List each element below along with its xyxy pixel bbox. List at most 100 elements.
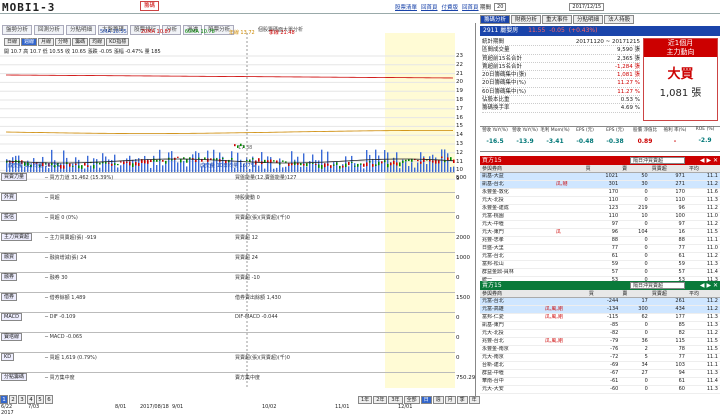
candle (69, 163, 71, 167)
table-row[interactable]: 永豐金-建成 123 219 96 11.2 (480, 204, 720, 213)
candle (318, 164, 320, 168)
page-tab-5[interactable]: 5 (36, 395, 44, 404)
candle (138, 162, 140, 166)
link-stock-list[interactable]: 股票清單 (395, 3, 417, 11)
table-row[interactable]: 元大-北投 110 0 110 11.3 (480, 196, 720, 205)
metric-label: 殖利 率(%) (663, 128, 687, 133)
table-row[interactable]: 永豐金-南京 -76 2 78 11.5 (480, 345, 720, 354)
table-row[interactable]: 元大-南京 -72 5 77 11.1 (480, 353, 720, 362)
right-tab-1[interactable]: 財務分析 (511, 15, 542, 24)
table-row[interactable]: 凱基-東門 -85 0 85 11.3 (480, 321, 720, 330)
table-row[interactable]: 元大-大安 -60 0 60 11.3 (480, 385, 720, 394)
panel-label[interactable]: 投信 (1, 213, 18, 221)
table-row[interactable]: 群益金鼎-員林 57 0 57 11.4 (480, 268, 720, 277)
right-tab-4[interactable]: 法人持股 (604, 15, 635, 24)
sell-controls[interactable]: ◀ ▶ ✕ (700, 281, 718, 290)
page-tab-6[interactable]: 6 (45, 395, 53, 404)
candle (378, 161, 380, 166)
column-header[interactable]: 平均 (686, 165, 720, 173)
column-header[interactable]: 參與券商 (480, 290, 543, 298)
table-row[interactable]: 元富-桃園 110 10 100 11.0 (480, 212, 720, 221)
volume-bar (189, 158, 191, 173)
column-header[interactable]: 買 (586, 290, 621, 298)
table-row[interactable]: 富邦-仁愛 瓜,風,剛 -115 62 177 11.3 (480, 313, 720, 322)
candle (273, 160, 275, 162)
candle (369, 161, 371, 163)
candle (252, 158, 254, 160)
table-row[interactable]: 群益-中壢 -67 27 94 11.3 (480, 369, 720, 378)
cell-tag (542, 329, 587, 338)
panel-label[interactable]: 主力買賣超 (1, 233, 33, 241)
table-row[interactable]: 台新-建北 -69 34 103 11.1 (480, 361, 720, 370)
table-row[interactable]: 元大-東門瓜 96 104 16 11.5 (480, 228, 720, 237)
panel-label[interactable]: 寶塔線 (1, 333, 23, 341)
sell-select[interactable]: 隔日沖買賣超 (630, 282, 685, 289)
cell-avg: 11.1 (686, 353, 720, 362)
table-row[interactable]: 兆豐-台北 瓜,風,剛 -79 36 115 11.5 (480, 337, 720, 346)
period-tab-0[interactable]: 1年 (358, 396, 373, 404)
link-paid[interactable]: 付費版 (442, 3, 459, 11)
period-tab-6[interactable]: 月 (444, 396, 456, 404)
price-chart[interactable]: 17.38 (0, 23, 476, 397)
column-header[interactable]: 買賣超 (649, 290, 687, 298)
column-header[interactable]: 參與券商 (480, 165, 554, 173)
right-panel: 期間 20 2017/12/15 籌碼分析 財務分析 重大事件 分點明細 法人持… (478, 0, 720, 405)
panel-label[interactable]: 買賣力量 (1, 173, 28, 181)
period-tab-2[interactable]: 3年 (388, 396, 403, 404)
right-tab-0[interactable]: 籌碼分析 (480, 15, 511, 24)
period-tab-1[interactable]: 2年 (373, 396, 388, 404)
candle (357, 163, 359, 167)
cell-avg: 11.0 (686, 212, 720, 221)
page-tab-4[interactable]: 4 (27, 395, 35, 404)
table-row[interactable]: 富邦-松山 59 0 59 11.3 (480, 260, 720, 269)
panel-label[interactable]: MACD (1, 313, 22, 321)
panel-label[interactable]: 分點籌碼 (1, 373, 28, 381)
column-header[interactable]: 買賣超 (649, 165, 687, 173)
date-select[interactable]: 2017/12/15 (569, 3, 605, 11)
table-row[interactable]: 凱基-台北 瓜,剛 301 30 271 11.2 (480, 180, 720, 189)
panel-label[interactable]: 借券 (1, 293, 18, 301)
page-tab-2[interactable]: 2 (9, 395, 17, 404)
table-row[interactable]: 元富-高雄 瓜,風,剛 -134 300 434 11.2 (480, 305, 720, 314)
period-tab-4[interactable]: 日 (420, 396, 432, 404)
table-row[interactable]: 華南-台中 -61 0 61 11.4 (480, 377, 720, 386)
site-logo[interactable]: MOBI1-3 (2, 1, 124, 14)
period-tab-3[interactable]: 全部 (403, 396, 420, 404)
link-home-2[interactable]: 回首頁 (462, 3, 479, 11)
panel-divider (0, 372, 455, 373)
table-row[interactable]: 永豐金-敦化 170 0 170 11.6 (480, 188, 720, 197)
cell-b: -69 (586, 361, 621, 370)
table-row[interactable]: 元大-北投 -82 0 82 11.2 (480, 329, 720, 338)
period-tab-7[interactable]: 季 (456, 396, 468, 404)
column-header[interactable] (553, 165, 584, 173)
table-row[interactable]: 日盛-大里 77 0 77 11.0 (480, 244, 720, 253)
buy-controls[interactable]: ◀ ▶ ✕ (700, 156, 718, 165)
header-tab-active[interactable]: 籌碼 (140, 1, 160, 11)
table-row[interactable]: 元大-中壢 97 0 97 11.2 (480, 220, 720, 229)
period-select[interactable]: 20 (494, 3, 507, 11)
column-header[interactable] (542, 290, 587, 298)
column-header[interactable]: 賣 (620, 165, 650, 173)
right-tab-2[interactable]: 重大事件 (542, 15, 573, 24)
column-header[interactable]: 買 (583, 165, 621, 173)
table-row[interactable]: 兆豐-忠孝 88 0 88 11.1 (480, 236, 720, 245)
panel-label[interactable]: 外資 (1, 193, 18, 201)
panel-label[interactable]: 融資 (1, 253, 18, 261)
table-row[interactable]: 凱基-大益 1021 50 971 11.1 (480, 172, 720, 181)
volume-bar (87, 155, 89, 173)
table-row[interactable]: 元富-台北 -244 17 261 11.2 (480, 297, 720, 306)
column-header[interactable]: 平均 (686, 290, 720, 298)
metric-label: 營收 YoY(%) (482, 128, 508, 133)
panel-label[interactable]: KD (1, 353, 15, 361)
panel-label[interactable]: 融券 (1, 273, 18, 281)
cell-net: 61 (649, 252, 687, 261)
column-header[interactable]: 賣 (620, 290, 650, 298)
page-tab-1[interactable]: 1 (0, 395, 8, 404)
table-row[interactable]: 元富-台北 61 0 61 11.2 (480, 252, 720, 261)
link-home[interactable]: 回首頁 (421, 3, 438, 11)
right-tab-3[interactable]: 分點明細 (573, 15, 604, 24)
page-tab-3[interactable]: 3 (18, 395, 26, 404)
buy-select[interactable]: 隔日沖買賣超 (630, 157, 685, 164)
cell-s: 0 (620, 268, 650, 277)
period-tab-5[interactable]: 週 (432, 396, 444, 404)
